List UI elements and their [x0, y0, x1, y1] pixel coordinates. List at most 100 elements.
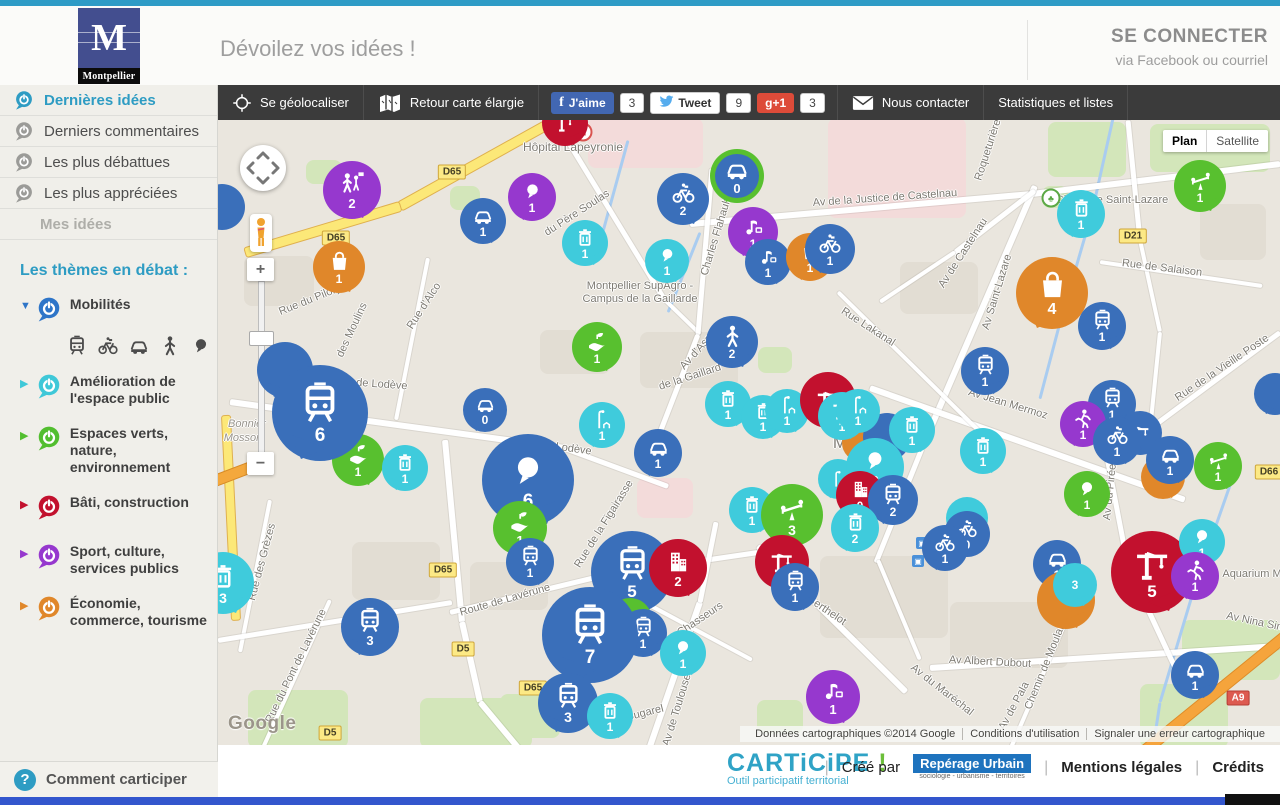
map-marker[interactable]: 7 [542, 587, 638, 683]
map-marker[interactable]: 1 [1057, 190, 1105, 238]
map-marker[interactable]: 1 [572, 322, 622, 372]
map-marker[interactable]: 2 [706, 316, 758, 368]
sidebar-item-0[interactable]: Dernières idées [0, 85, 217, 116]
sidebar-item-mes-idees[interactable]: Mes idées [0, 209, 217, 240]
map-marker[interactable]: 1 [745, 239, 791, 285]
attribution-text[interactable]: Signaler une erreur cartographique [1086, 728, 1272, 740]
zoom-out-button[interactable]: − [247, 452, 274, 475]
marker-count: 1 [982, 376, 989, 388]
zoom-slider-handle[interactable] [249, 331, 274, 346]
map-marker[interactable]: 1 [1194, 442, 1242, 490]
map-marker[interactable]: 2 [649, 539, 707, 597]
map-marker[interactable]: 0 [463, 388, 507, 432]
road-badge: D21 [1119, 229, 1147, 244]
map-marker[interactable]: 1 [313, 241, 365, 293]
theme-item-5[interactable]: ▶Économie, commerce, tourisme [0, 585, 217, 637]
map-marker[interactable]: 1 [805, 224, 855, 274]
map-marker[interactable]: 1 [922, 525, 968, 571]
bubble-icon[interactable] [190, 335, 212, 357]
bike-icon[interactable] [97, 335, 119, 357]
bubble-icon [521, 180, 544, 203]
theme-item-4[interactable]: ▶Sport, culture, services publics [0, 533, 217, 585]
map-marker[interactable]: 1 [587, 693, 633, 739]
map-marker[interactable]: 1 [836, 389, 880, 433]
tram-icon[interactable] [66, 335, 88, 357]
map-marker[interactable]: 2 [657, 173, 709, 225]
map-marker[interactable]: 3 [1053, 563, 1097, 607]
map-label: Rue de Salaison [1121, 257, 1203, 279]
map-marker[interactable]: 1 [1064, 471, 1110, 517]
map-marker[interactable]: 1 [634, 429, 682, 477]
credits-link[interactable]: Crédits [1212, 759, 1264, 776]
map-type-satellite[interactable]: Satellite [1206, 130, 1268, 152]
map-marker[interactable]: 1 [508, 173, 556, 221]
chevron-right-icon[interactable]: ▶ [20, 498, 34, 511]
sidebar-item-1[interactable]: Derniers commentaires [0, 116, 217, 147]
chevron-down-icon[interactable]: ▼ [20, 300, 34, 312]
chevron-right-icon[interactable]: ▶ [20, 599, 34, 612]
login-button[interactable]: SE CONNECTER [1048, 26, 1268, 48]
map-marker[interactable]: 1 [562, 220, 608, 266]
stats-button[interactable]: Statistiques et listes [984, 85, 1128, 120]
footer-separator: | [1195, 759, 1199, 777]
bubble-icon [506, 449, 550, 493]
attribution-text[interactable]: Conditions d'utilisation [962, 728, 1086, 740]
help-label: Comment carticiper [46, 771, 187, 788]
map-canvas[interactable]: + − Plan Satellite Google Données cartog… [218, 120, 1280, 745]
map-marker[interactable]: 1 [645, 239, 689, 283]
map-marker[interactable]: 1 [961, 347, 1009, 395]
login-block[interactable]: SE CONNECTER via Facebook ou courriel [1027, 20, 1268, 80]
map-pan-control[interactable] [240, 145, 286, 191]
montpellier-logo[interactable]: M Montpellier [78, 8, 140, 84]
theme-item-2[interactable]: ▶Espaces verts, nature, environnement [0, 415, 217, 484]
geolocate-button[interactable]: Se géolocaliser [218, 85, 364, 120]
tweet-label: Tweet [678, 96, 711, 110]
zoom-in-button[interactable]: + [247, 258, 274, 281]
theme-item-1[interactable]: ▶Amélioration de l'espace public [0, 363, 217, 415]
gplus-button[interactable]: g+1 [757, 93, 794, 113]
map-marker[interactable]: 1 [889, 407, 935, 453]
map-marker[interactable]: 1 [1171, 552, 1219, 600]
map-marker[interactable]: 1 [1078, 302, 1126, 350]
tweet-button[interactable]: Tweet [650, 92, 720, 114]
bottom-strip [0, 797, 1280, 805]
contact-button[interactable]: Nous contacter [838, 85, 984, 120]
map-marker[interactable]: 1 [806, 670, 860, 724]
sidebar-item-2[interactable]: Les plus débattues [0, 147, 217, 178]
map-marker[interactable]: 1 [382, 445, 428, 491]
walk-icon[interactable] [159, 335, 181, 357]
map-marker[interactable]: 1 [1146, 436, 1194, 484]
map-marker[interactable]: 1 [660, 630, 706, 676]
map-marker[interactable]: 3 [341, 598, 399, 656]
sidebar-item-3[interactable]: Les plus appréciées [0, 178, 217, 209]
facebook-like-button[interactable]: f J'aime [551, 92, 614, 114]
map-marker[interactable]: 1 [1171, 651, 1219, 699]
map-marker[interactable]: 0 [710, 149, 764, 203]
car-icon[interactable] [128, 335, 150, 357]
tram-icon [613, 545, 652, 584]
chevron-right-icon[interactable]: ▶ [20, 429, 34, 442]
chevron-right-icon[interactable]: ▶ [20, 377, 34, 390]
map-marker[interactable]: 1 [1174, 160, 1226, 212]
map-marker[interactable]: 1 [579, 402, 625, 448]
map-marker[interactable]: 1 [1093, 417, 1141, 465]
map-marker[interactable]: 1 [506, 538, 554, 586]
map-type-plan[interactable]: Plan [1163, 130, 1206, 152]
map-marker[interactable] [1254, 373, 1280, 415]
reperage-urbain-logo[interactable]: Repérage Urbain sociologie - urbanisme -… [913, 755, 1031, 780]
map-marker[interactable]: 6 [272, 365, 368, 461]
map-marker[interactable]: 2 [831, 504, 879, 552]
map-marker[interactable]: 1 [460, 198, 506, 244]
chevron-right-icon[interactable]: ▶ [20, 547, 34, 560]
map-marker[interactable]: 1 [771, 563, 819, 611]
theme-item-3[interactable]: ▶Bâti, construction [0, 484, 217, 533]
map-marker[interactable]: 4 [1016, 257, 1088, 329]
help-button[interactable]: ? Comment carticiper [0, 761, 218, 797]
map-marker[interactable]: 1 [960, 428, 1006, 474]
back-map-button[interactable]: Retour carte élargie [364, 85, 539, 120]
pegman-control[interactable] [250, 214, 272, 252]
map-label: Campus de la Gaillarde [583, 293, 698, 305]
theme-item-0[interactable]: ▼Mobilités [0, 286, 217, 335]
map-marker[interactable]: 2 [323, 161, 381, 219]
legal-link[interactable]: Mentions légales [1061, 759, 1182, 776]
